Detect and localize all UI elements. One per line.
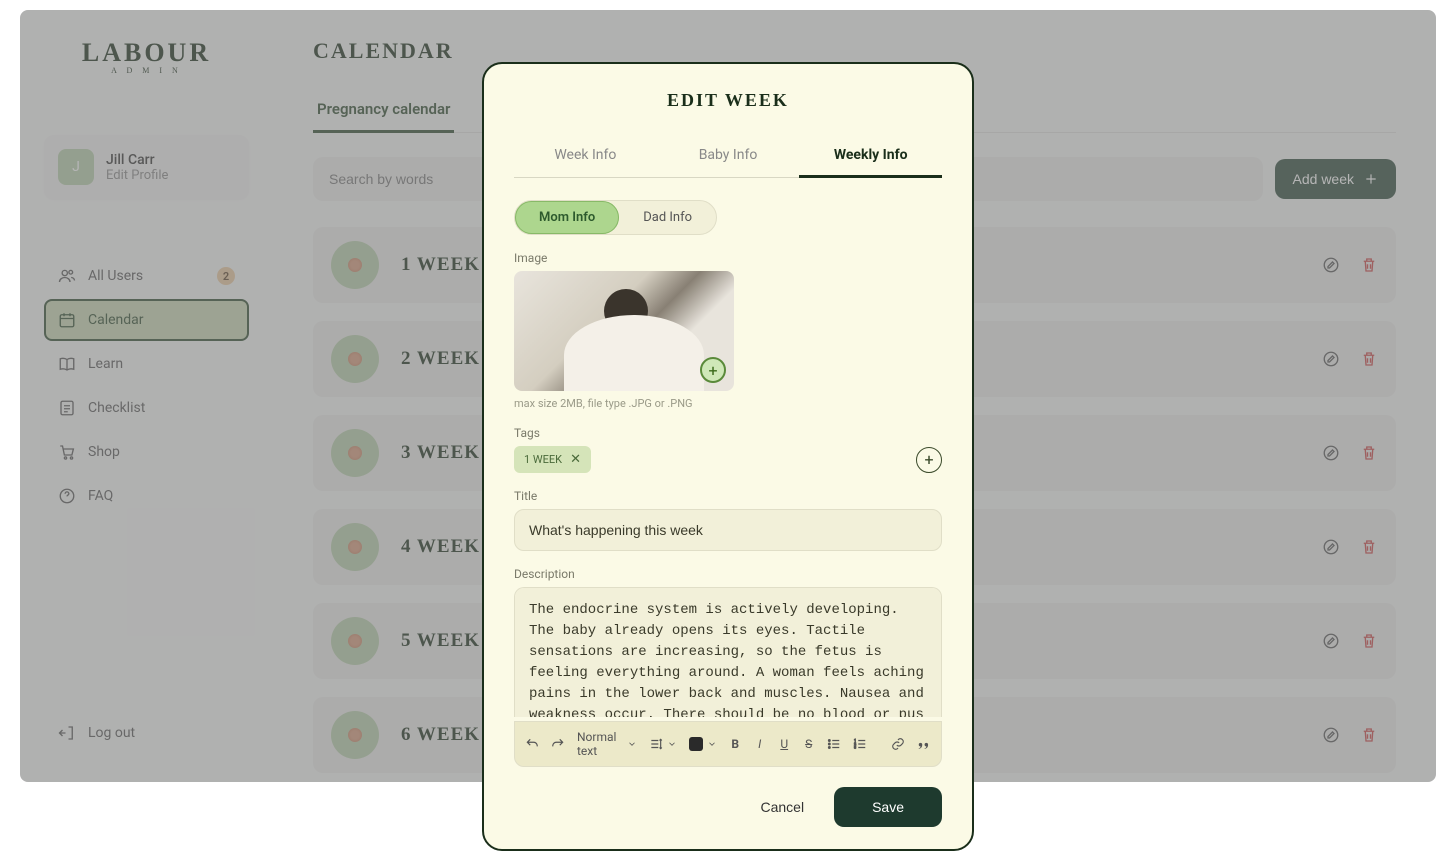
image-preview[interactable]: + [514,271,734,391]
title-label: Title [514,489,942,503]
svg-text:3: 3 [854,746,856,750]
bullet-list-icon[interactable] [827,737,841,751]
modal-tab-week-info[interactable]: Week Info [514,135,657,177]
plus-icon: + [924,450,933,469]
line-height-select[interactable] [649,737,677,751]
tag-chip: 1 WEEK ✕ [514,446,591,473]
italic-icon[interactable]: I [753,737,766,751]
editor-toolbar: Normal text B I U S 123 [514,721,942,767]
chip-mom-info[interactable]: Mom Info [515,201,619,234]
tags-label: Tags [514,426,942,440]
underline-icon[interactable]: U [778,737,791,751]
strikethrough-icon[interactable]: S [802,737,815,751]
title-input[interactable] [514,509,942,551]
modal-actions: Cancel Save [514,787,942,827]
save-button[interactable]: Save [834,787,942,827]
modal-overlay[interactable]: EDIT WEEK Week Info Baby Info Weekly Inf… [20,10,1436,782]
modal-title: EDIT WEEK [514,90,942,111]
tags-row: 1 WEEK ✕ + [514,446,942,473]
description-textarea[interactable] [514,587,942,717]
numbered-list-icon[interactable]: 123 [853,737,867,751]
link-icon[interactable] [891,737,905,751]
quote-icon[interactable] [917,737,931,751]
edit-week-modal: EDIT WEEK Week Info Baby Info Weekly Inf… [482,62,974,851]
chevron-down-icon [627,739,637,749]
color-select[interactable] [689,737,717,751]
chip-dad-info[interactable]: Dad Info [619,201,716,234]
modal-tab-weekly-info[interactable]: Weekly Info [799,135,942,178]
format-select[interactable]: Normal text [577,730,637,758]
cancel-button[interactable]: Cancel [748,789,816,825]
plus-icon: + [708,361,717,380]
image-label: Image [514,251,942,265]
modal-tabs: Week Info Baby Info Weekly Info [514,135,942,178]
redo-icon[interactable] [551,737,565,751]
description-label: Description [514,567,942,581]
add-image-button[interactable]: + [700,357,726,383]
chevron-down-icon [667,739,677,749]
color-swatch [689,737,703,751]
chevron-down-icon [707,739,717,749]
chip-row: Mom Info Dad Info [514,200,717,235]
undo-icon[interactable] [525,737,539,751]
image-hint: max size 2MB, file type .JPG or .PNG [514,397,942,410]
tag-value: 1 WEEK [524,453,562,466]
add-tag-button[interactable]: + [916,447,942,473]
remove-tag-icon[interactable]: ✕ [570,452,581,467]
bold-icon[interactable]: B [729,737,742,751]
modal-tab-baby-info[interactable]: Baby Info [657,135,800,177]
